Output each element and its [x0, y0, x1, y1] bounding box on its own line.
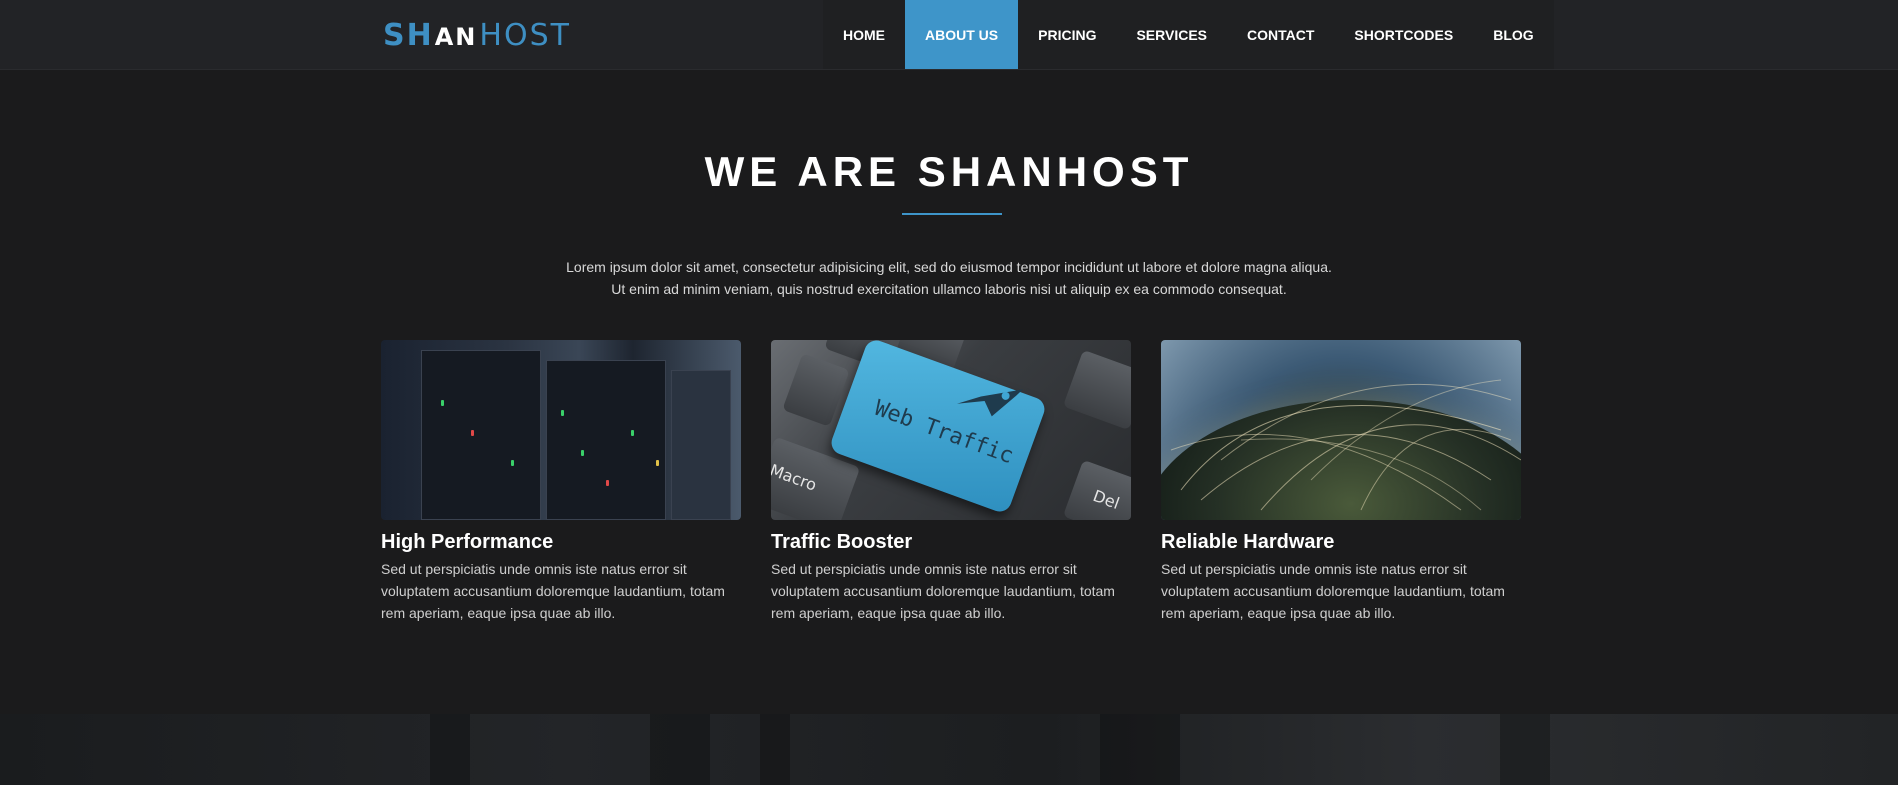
feature-card-high-performance: High Performance Sed ut perspiciatis und… [381, 340, 741, 624]
server-led [511, 460, 514, 466]
next-section-background [0, 714, 1898, 785]
site-header: SH AN HOST HOME ABOUT US PRICING SERVICE… [0, 0, 1898, 70]
intro-line-1: Lorem ipsum dolor sit amet, consectetur … [566, 259, 1332, 275]
server-led [581, 450, 584, 456]
features-row: High Performance Sed ut perspiciatis und… [381, 340, 1523, 630]
title-divider [902, 213, 1002, 215]
server-rack-shape [671, 370, 731, 520]
feature-card-traffic-booster: Web Traffic Macro Del Traffic Booster Se… [771, 340, 1131, 624]
site-logo[interactable]: SH AN HOST [383, 18, 571, 53]
feature-card-reliable-hardware: Reliable Hardware Sed ut perspiciatis un… [1161, 340, 1521, 624]
feature-text: Sed ut perspiciatis unde omnis iste natu… [771, 561, 1115, 621]
intro-text: Lorem ipsum dolor sit amet, consectetur … [449, 256, 1449, 300]
background-shape [650, 714, 710, 785]
server-led [441, 400, 444, 406]
logo-part-1: SH [383, 18, 434, 53]
nav-item-contact[interactable]: CONTACT [1227, 0, 1334, 69]
server-led [471, 430, 474, 436]
network-lines [1170, 379, 1521, 511]
background-shape [430, 714, 470, 785]
section-title: WE ARE SHANHOST [704, 148, 1194, 195]
keyboard-image: Web Traffic Macro Del [771, 340, 1131, 520]
logo-part-3: HOST [479, 18, 571, 53]
feature-text: Sed ut perspiciatis unde omnis iste natu… [1161, 561, 1505, 621]
logo-part-2: AN [434, 23, 478, 51]
server-led [561, 410, 564, 416]
feature-title: Reliable Hardware [1161, 531, 1335, 553]
main-nav: HOME ABOUT US PRICING SERVICES CONTACT S… [823, 0, 1554, 69]
background-shape [760, 714, 790, 785]
server-rack-image [381, 340, 741, 520]
feature-title: Traffic Booster [771, 531, 913, 553]
feature-title: High Performance [381, 531, 554, 553]
feature-text: Sed ut perspiciatis unde omnis iste natu… [381, 561, 725, 621]
server-rack-shape [421, 350, 541, 520]
globe-network-image [1161, 340, 1521, 520]
nav-item-services[interactable]: SERVICES [1116, 0, 1227, 69]
server-rack-shape [546, 360, 666, 520]
intro-line-2: Ut enim ad minim veniam, quis nostrud ex… [611, 281, 1287, 297]
nav-item-home[interactable]: HOME [823, 0, 905, 69]
nav-item-pricing[interactable]: PRICING [1018, 0, 1116, 69]
nav-item-blog[interactable]: BLOG [1473, 0, 1553, 69]
background-shape [1500, 714, 1550, 785]
background-shape [1100, 714, 1180, 785]
server-led [631, 430, 634, 436]
nav-item-about-us[interactable]: ABOUT US [905, 0, 1019, 69]
server-led [656, 460, 659, 466]
nav-item-shortcodes[interactable]: SHORTCODES [1334, 0, 1473, 69]
keyboard-key-shape [1062, 349, 1131, 431]
server-led [606, 480, 609, 486]
